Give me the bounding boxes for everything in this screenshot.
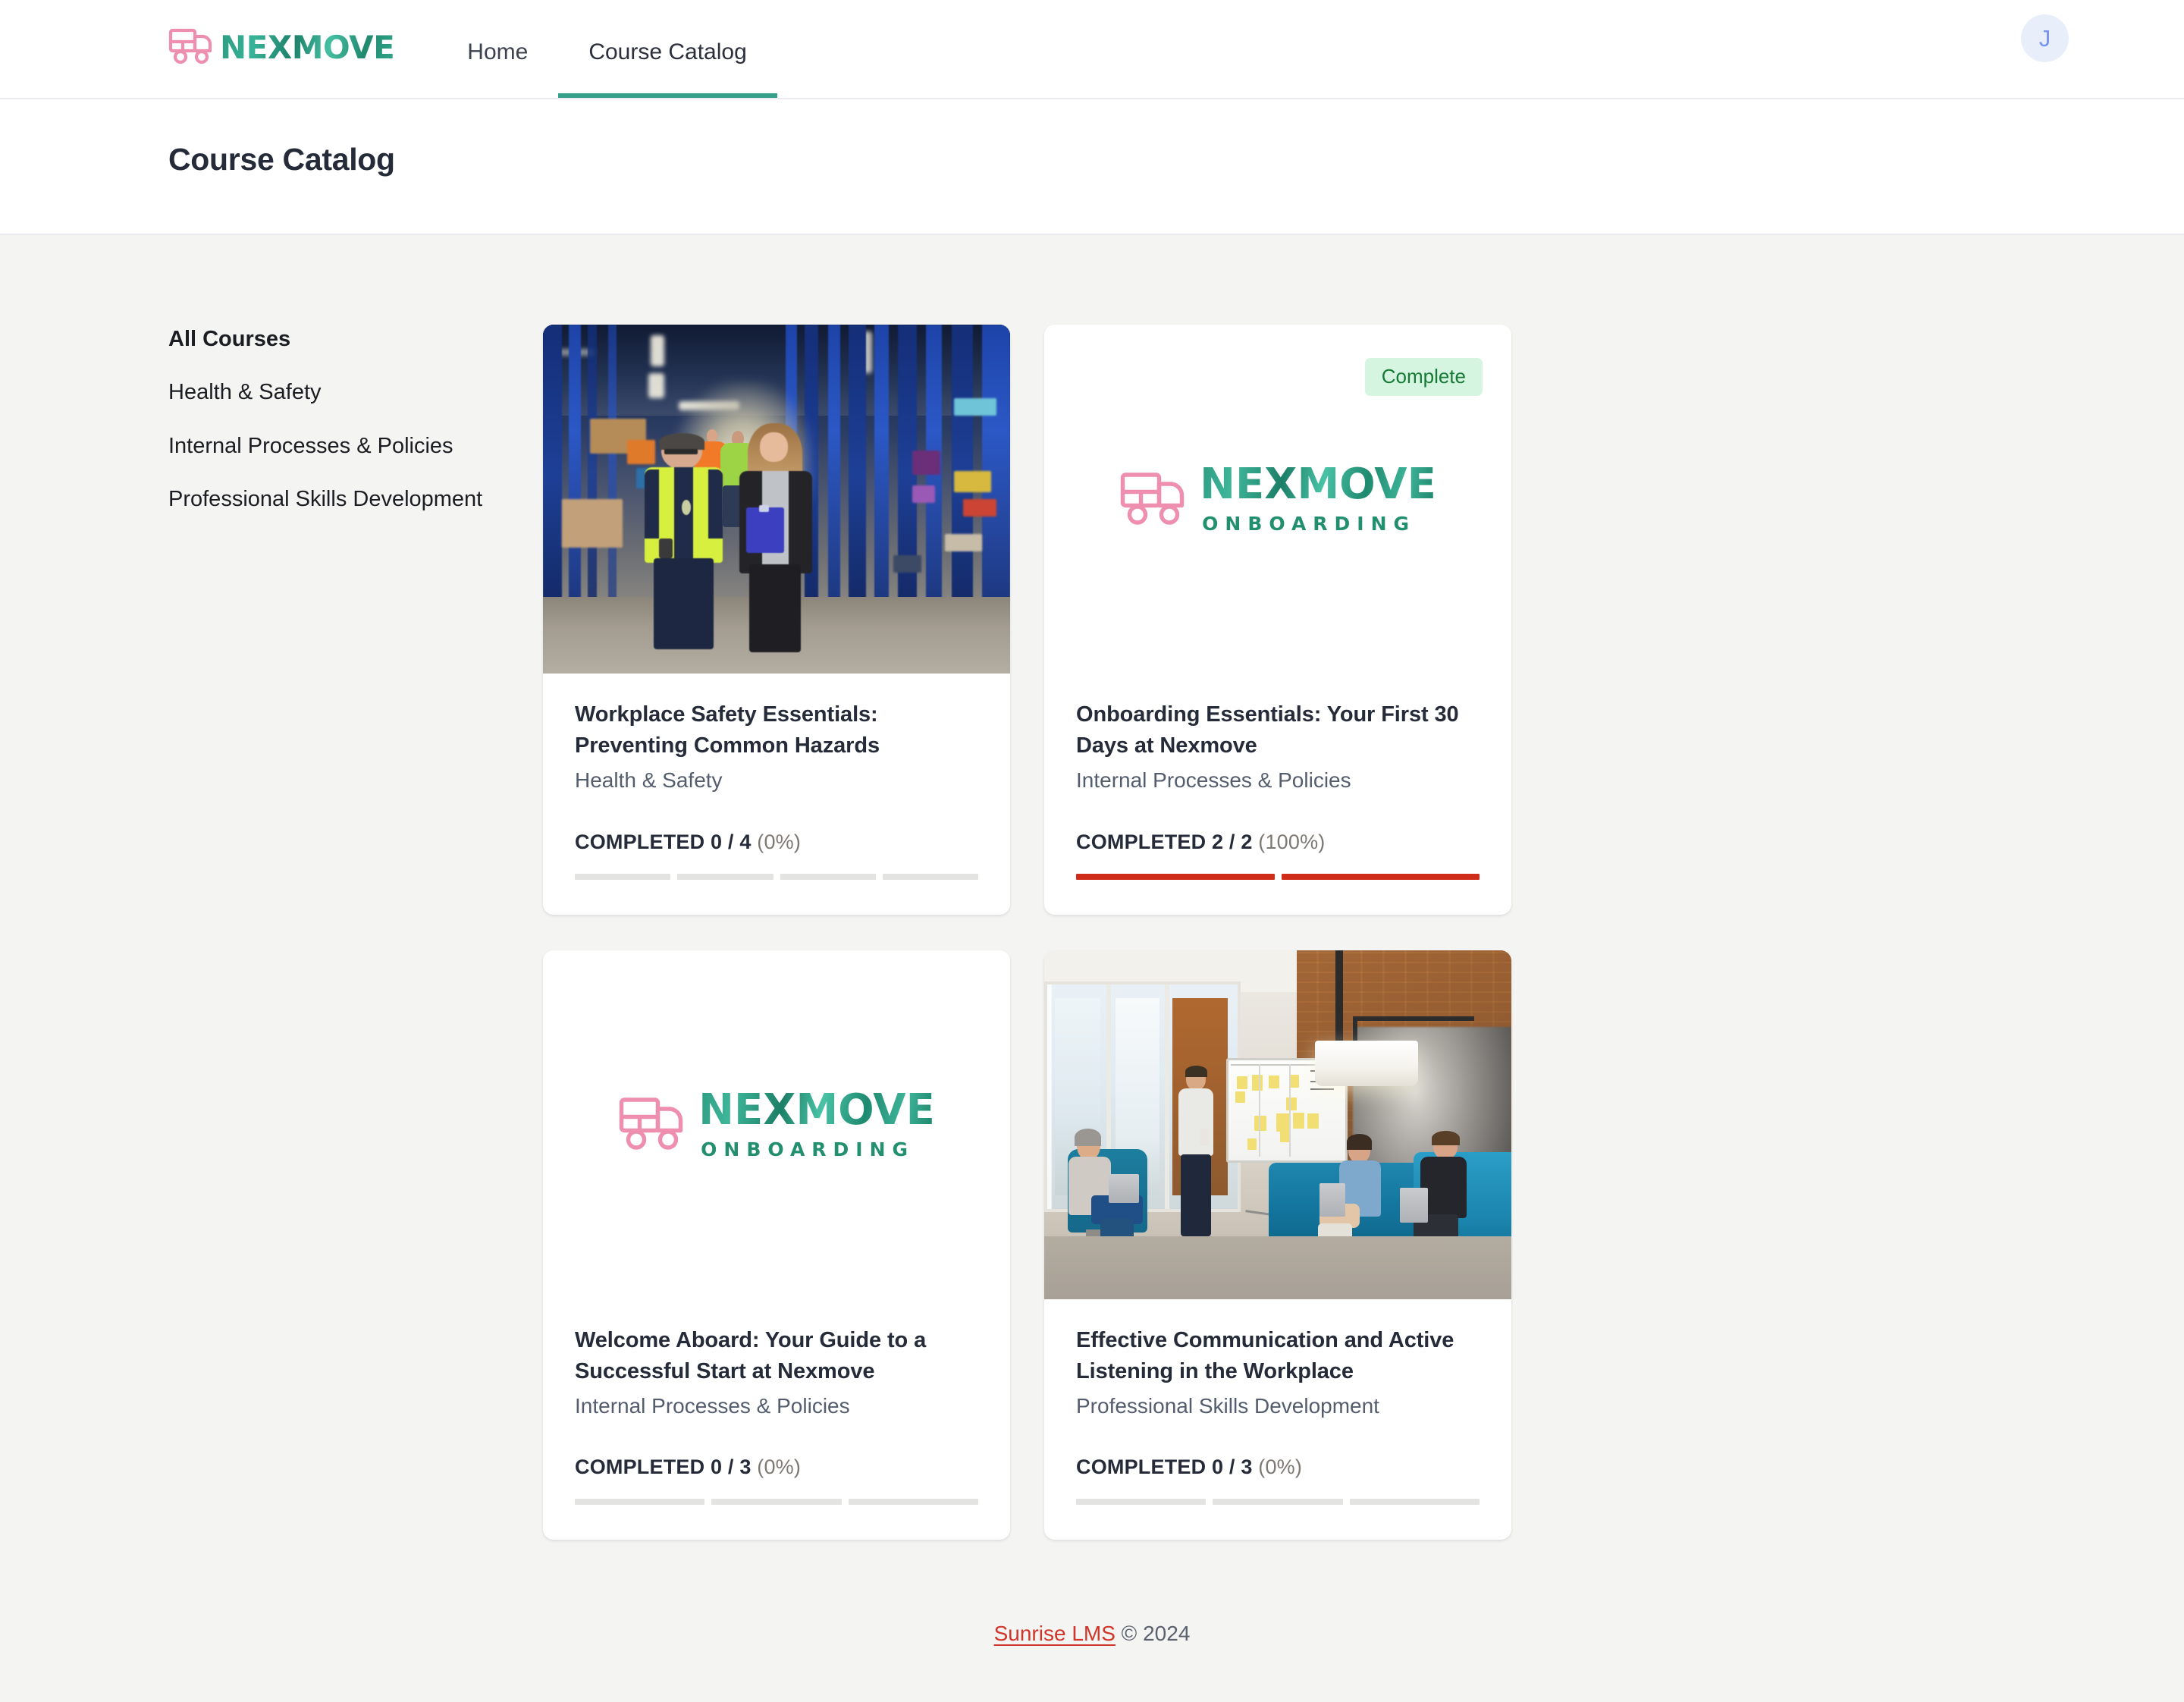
progress-segment <box>1076 873 1275 880</box>
footer-link-sunrise-lms[interactable]: Sunrise LMS <box>994 1622 1116 1645</box>
progress-segment <box>780 873 876 880</box>
content-area: All Courses Health & Safety Internal Pro… <box>0 235 2184 1575</box>
course-percent: (0%) <box>1258 1455 1303 1479</box>
course-card[interactable]: Workplace Safety Essentials: Preventing … <box>543 325 1010 915</box>
progress-segment <box>575 873 671 880</box>
course-progress-bar <box>575 1499 978 1506</box>
sidebar-item-internal-processes[interactable]: Internal Processes & Policies <box>168 434 543 459</box>
nav-right-group: J <box>2021 0 2069 98</box>
course-percent: (0%) <box>757 830 802 853</box>
truck-icon <box>168 27 217 68</box>
course-card-body: Workplace Safety Essentials: Preventing … <box>543 674 1010 915</box>
course-card-body: Welcome Aboard: Your Guide to a Successf… <box>543 1299 1010 1540</box>
course-thumbnail-warehouse <box>543 325 1010 674</box>
onboarding-logo-wordmark: NEXMOVE ONBOARDING <box>698 1085 935 1160</box>
progress-segment <box>1281 873 1480 880</box>
nav-item-home[interactable]: Home <box>437 0 558 98</box>
onboarding-logo-subtitle: ONBOARDING <box>1202 513 1417 535</box>
course-title: Welcome Aboard: Your Guide to a Successf… <box>575 1327 927 1383</box>
course-thumbnail-office <box>1044 950 1511 1299</box>
course-card[interactable]: Complete NEXMOVE ONBOARDING Onboarding E… <box>1044 325 1511 915</box>
progress-segment <box>1076 1499 1207 1506</box>
onboarding-logo-subtitle: ONBOARDING <box>701 1138 915 1160</box>
footer-copyright: © 2024 <box>1115 1622 1191 1645</box>
course-progress-label: COMPLETED 0 / 4 (0%) <box>575 830 978 853</box>
truck-icon <box>1119 469 1192 530</box>
course-title: Effective Communication and Active Liste… <box>1076 1327 1454 1383</box>
course-card[interactable]: NEXMOVE ONBOARDING Welcome Aboard: Your … <box>543 950 1010 1540</box>
progress-segment <box>711 1499 842 1506</box>
course-progress-label: COMPLETED 0 / 3 (0%) <box>1076 1457 1480 1477</box>
status-badge: Complete <box>1364 358 1483 396</box>
progress-segment <box>848 1499 978 1506</box>
warehouse-photo <box>543 325 1010 674</box>
course-progress-bar <box>575 873 978 880</box>
sidebar-item-all-courses[interactable]: All Courses <box>168 327 543 352</box>
nav-item-course-catalog[interactable]: Course Catalog <box>558 0 777 98</box>
course-percent: (100%) <box>1258 830 1326 853</box>
progress-segment <box>882 873 978 880</box>
course-progress-bar <box>1076 873 1480 880</box>
course-completed-count: COMPLETED 0 / 4 <box>575 830 752 853</box>
onboarding-logo: NEXMOVE ONBOARDING <box>618 1085 935 1160</box>
office-photo <box>1044 950 1511 1299</box>
course-card-body: Effective Communication and Active Liste… <box>1044 1299 1511 1540</box>
course-progress-bar <box>1076 1499 1480 1506</box>
course-percent: (0%) <box>757 1455 802 1479</box>
sidebar-item-health-safety[interactable]: Health & Safety <box>168 380 543 405</box>
page-footer: Sunrise LMS © 2024 <box>0 1575 2184 1702</box>
course-progress-label: COMPLETED 0 / 3 (0%) <box>575 1457 978 1477</box>
course-progress-label: COMPLETED 2 / 2 (100%) <box>1076 830 1480 853</box>
page-title: Course Catalog <box>168 142 395 177</box>
page-root: NEXMOVE Home Course Catalog J Course Cat… <box>0 0 2184 1702</box>
progress-segment <box>677 873 774 880</box>
course-completed-count: COMPLETED 0 / 3 <box>1076 1455 1253 1479</box>
progress-segment <box>1349 1499 1480 1506</box>
sidebar-item-professional-skills[interactable]: Professional Skills Development <box>168 487 543 512</box>
user-avatar[interactable]: J <box>2021 14 2069 62</box>
status-badge-wrap: Complete <box>1364 358 1483 396</box>
onboarding-logo-name: NEXMOVE <box>698 1085 935 1135</box>
course-title: Onboarding Essentials: Your First 30 Day… <box>1076 702 1459 758</box>
top-navbar: NEXMOVE Home Course Catalog J <box>0 0 2184 99</box>
course-thumbnail-onboarding-logo: NEXMOVE ONBOARDING <box>543 950 1010 1299</box>
onboarding-logo: NEXMOVE ONBOARDING <box>1119 463 1436 535</box>
onboarding-logo-name: NEXMOVE <box>1200 460 1436 509</box>
course-card-grid: Workplace Safety Essentials: Preventing … <box>543 325 2048 1540</box>
course-card[interactable]: Effective Communication and Active Liste… <box>1044 950 1511 1540</box>
nav-left-group: NEXMOVE Home Course Catalog <box>168 0 777 98</box>
course-title: Workplace Safety Essentials: Preventing … <box>575 702 880 758</box>
onboarding-logo-wordmark: NEXMOVE ONBOARDING <box>1200 463 1436 535</box>
course-card-body: Onboarding Essentials: Your First 30 Day… <box>1044 674 1511 915</box>
course-completed-count: COMPLETED 2 / 2 <box>1076 830 1253 853</box>
brand-logo-link[interactable]: NEXMOVE <box>168 0 395 98</box>
progress-segment <box>1213 1499 1343 1506</box>
progress-segment <box>575 1499 705 1506</box>
main-nav: Home Course Catalog <box>437 0 777 98</box>
page-title-band: Course Catalog <box>0 99 2184 235</box>
truck-icon <box>618 1094 691 1155</box>
course-category: Professional Skills Development <box>1076 1393 1379 1418</box>
course-thumbnail-onboarding-logo: Complete NEXMOVE ONBOARDING <box>1044 325 1511 674</box>
category-filter-sidebar: All Courses Health & Safety Internal Pro… <box>168 325 543 540</box>
brand-name: NEXMOVE <box>220 28 395 66</box>
course-category: Internal Processes & Policies <box>575 1393 850 1418</box>
course-category: Internal Processes & Policies <box>1076 768 1351 793</box>
course-category: Health & Safety <box>575 768 723 793</box>
course-completed-count: COMPLETED 0 / 3 <box>575 1455 752 1479</box>
